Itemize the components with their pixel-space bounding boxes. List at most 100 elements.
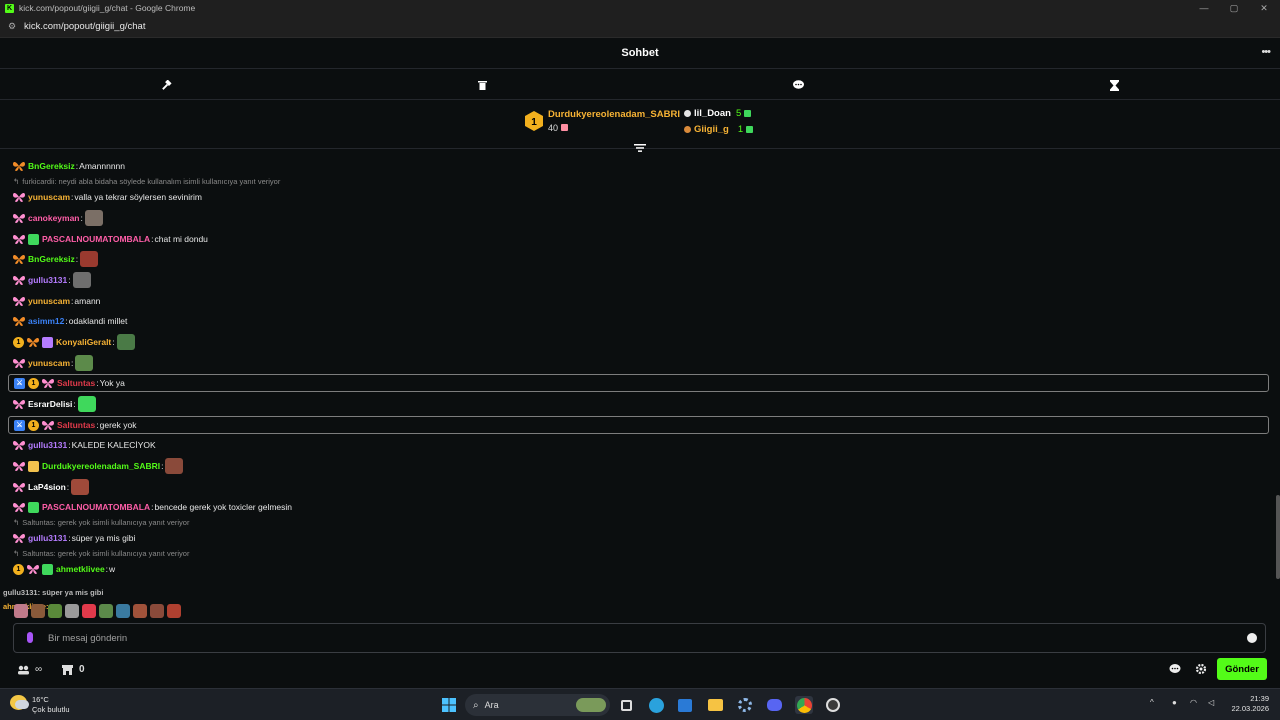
chrome-icon[interactable] xyxy=(795,696,813,714)
chat-message[interactable]: gullu3131: xyxy=(13,272,91,288)
emote-icon[interactable] xyxy=(14,604,28,618)
emote-icon[interactable] xyxy=(65,604,79,618)
emote-icon[interactable] xyxy=(165,458,184,474)
chat-message[interactable]: Durdukyereolenadam_SABRI: xyxy=(13,458,184,474)
chat-username[interactable]: yunuscam xyxy=(28,296,70,306)
chat-username[interactable]: Durdukyereolenadam_SABRI xyxy=(42,461,160,471)
start-icon[interactable] xyxy=(440,696,458,714)
chat-username[interactable]: gullu3131 xyxy=(28,533,67,543)
emote-icon[interactable] xyxy=(99,604,113,618)
emote-icon[interactable] xyxy=(80,251,99,267)
obs-icon[interactable] xyxy=(824,696,842,714)
chat-message[interactable]: ⚔ 1 Saltuntas: gerek yok xyxy=(8,416,1269,434)
chat-username[interactable]: yunuscam xyxy=(28,358,70,368)
chat-username[interactable]: BnGereksiz xyxy=(28,254,75,264)
chat-username[interactable]: ahmetklivee xyxy=(56,564,105,574)
maximize-button[interactable]: ▢ xyxy=(1220,0,1248,16)
emote-icon[interactable] xyxy=(71,479,90,495)
chat-message[interactable]: PASCALNOUMATOMBALA: bencede gerek yok tox… xyxy=(13,499,292,515)
minimize-button[interactable]: — xyxy=(1190,0,1218,16)
hourglass-icon[interactable] xyxy=(1107,78,1121,92)
tray-chevron-icon[interactable]: ^ xyxy=(1150,698,1154,707)
more-options-icon[interactable]: ••• xyxy=(1261,46,1271,58)
filter-icon[interactable] xyxy=(634,143,646,153)
chat-message[interactable]: yunuscam: amann xyxy=(13,293,100,309)
file-explorer-icon[interactable] xyxy=(706,696,724,714)
reply-context[interactable]: ↰ Saltuntas: gerek yok isimli kullanıcıya… xyxy=(13,549,189,558)
emote-icon[interactable] xyxy=(167,604,181,618)
chat-username[interactable]: PASCALNOUMATOMBALA xyxy=(42,502,150,512)
reply-context[interactable]: ↰ furkicardii: neydi abla bidaha söylede … xyxy=(13,177,280,186)
store-app-icon[interactable] xyxy=(676,696,694,714)
chat-message[interactable]: gullu3131: süper ya mis gibi xyxy=(13,530,135,546)
chat-message[interactable]: canokeyman: xyxy=(13,210,103,226)
chat-message[interactable]: yunuscam: xyxy=(13,355,94,371)
taskbar-search[interactable]: ⌕ Ara xyxy=(465,694,610,716)
store-button[interactable]: 0 xyxy=(62,664,85,675)
gear-icon[interactable] xyxy=(1195,663,1207,675)
chat-message[interactable]: ⚔ 1 Saltuntas: Yok ya xyxy=(8,374,1269,392)
message-input[interactable] xyxy=(48,630,1228,647)
weather-widget[interactable]: 16°C Çok bulutlu xyxy=(10,695,70,715)
chat-username[interactable]: yunuscam xyxy=(28,192,70,202)
emote-icon[interactable] xyxy=(82,604,96,618)
leaderboard-first-name[interactable]: Durdukyereolenadam_SABRI xyxy=(548,109,680,120)
microphone-icon[interactable] xyxy=(27,632,33,643)
address-bar[interactable]: ⚙ kick.com/popout/giigii_g/chat xyxy=(0,16,1280,38)
chat-username[interactable]: canokeyman xyxy=(28,213,80,223)
emote-icon[interactable] xyxy=(31,604,45,618)
chat-message[interactable]: BnGereksiz: Amannnnnn xyxy=(13,158,125,174)
chat-message[interactable]: gullu3131: KALEDE KALECİYOK xyxy=(13,437,156,453)
chat-username[interactable]: gullu3131 xyxy=(28,440,67,450)
chat-message[interactable]: 1 ahmetklivee: w xyxy=(13,561,115,577)
emoji-picker-icon[interactable] xyxy=(1247,633,1257,643)
reply-context[interactable]: ↰ Saltuntas: gerek yok isimli kullanıcıya… xyxy=(13,518,189,527)
chat-message[interactable]: EsrarDelisi: xyxy=(13,396,96,412)
emote-icon[interactable] xyxy=(116,334,135,350)
microphone-tray-icon[interactable]: ● xyxy=(1172,698,1177,707)
settings-app-icon[interactable] xyxy=(736,696,754,714)
emote-icon[interactable] xyxy=(84,210,103,226)
chat-username[interactable]: Saltuntas xyxy=(57,378,95,388)
leaderboard-second[interactable]: lil_Doan 5 xyxy=(684,108,752,119)
hammer-icon[interactable] xyxy=(159,78,173,92)
discord-icon[interactable] xyxy=(765,696,783,714)
chat-message[interactable]: BnGereksiz: xyxy=(13,251,99,267)
reply-text: Saltuntas: gerek yok isimli kullanıcıya … xyxy=(22,549,190,558)
chat-bubble-icon[interactable] xyxy=(791,78,805,92)
edge-icon[interactable] xyxy=(647,696,665,714)
chat-username[interactable]: EsrarDelisi xyxy=(28,399,72,409)
emote-icon[interactable] xyxy=(75,355,94,371)
emote-icon[interactable] xyxy=(77,396,96,412)
chat-username[interactable]: LaP4sion xyxy=(28,482,66,492)
emote-icon[interactable] xyxy=(150,604,164,618)
close-window-button[interactable]: ✕ xyxy=(1250,0,1278,16)
wifi-icon[interactable]: ◠ xyxy=(1190,698,1197,707)
chat-settings-bubble-icon[interactable] xyxy=(1169,663,1181,675)
chat-scrollbar[interactable] xyxy=(1276,495,1280,579)
chat-message[interactable]: yunuscam: valla ya tekrar söylersen sevin… xyxy=(13,189,202,205)
site-settings-icon[interactable]: ⚙ xyxy=(8,21,18,32)
emote-icon[interactable] xyxy=(48,604,62,618)
chat-username[interactable]: KonyaliGeralt xyxy=(56,337,111,347)
chat-message[interactable]: LaP4sion: xyxy=(13,479,90,495)
emote-icon[interactable] xyxy=(133,604,147,618)
chat-message[interactable]: PASCALNOUMATOMBALA: chat mi dondu xyxy=(13,231,208,247)
viewers-button[interactable]: ∞ xyxy=(17,664,42,675)
chat-message[interactable]: asimm12: odaklandi millet xyxy=(13,313,127,329)
chat-username[interactable]: PASCALNOUMATOMBALA xyxy=(42,234,150,244)
chat-username[interactable]: BnGereksiz xyxy=(28,161,75,171)
chat-message[interactable]: 1 KonyaliGeralt: xyxy=(13,334,135,350)
volume-icon[interactable]: ◁ xyxy=(1208,698,1214,707)
trash-icon[interactable] xyxy=(475,78,489,92)
url-text[interactable]: kick.com/popout/giigii_g/chat xyxy=(24,21,145,32)
send-button[interactable]: Gönder xyxy=(1217,658,1267,680)
chat-username[interactable]: Saltuntas xyxy=(57,420,95,430)
task-view-icon[interactable] xyxy=(617,696,635,714)
leaderboard-third[interactable]: Giigii_g 1 xyxy=(684,124,754,135)
chat-username[interactable]: gullu3131 xyxy=(28,275,67,285)
clock[interactable]: 21:39 22.03.2026 xyxy=(1227,694,1269,714)
emote-icon[interactable] xyxy=(72,272,91,288)
emote-icon[interactable] xyxy=(116,604,130,618)
chat-username[interactable]: asimm12 xyxy=(28,316,64,326)
